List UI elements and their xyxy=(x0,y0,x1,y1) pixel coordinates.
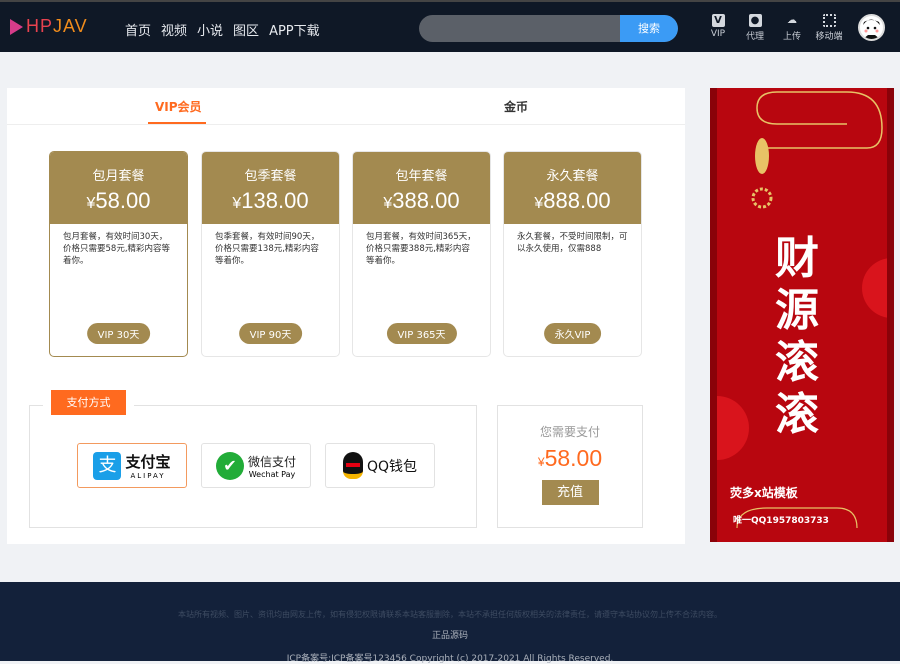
nav-app-download[interactable]: APP下载 xyxy=(269,20,320,39)
plan-badge: VIP 365天 xyxy=(386,323,457,344)
amount-box: 您需要支付 ¥58.00 充值 xyxy=(497,405,643,528)
top-header: HP JAV 首页 视频 小说 图区 APP下载 搜索 V VIP ● 代理 ☁ 上传 … xyxy=(0,0,900,52)
search-button[interactable]: 搜索 xyxy=(620,15,678,42)
plan-card-lifetime[interactable]: 永久套餐 ¥888.00 永久套餐，不受时间限制，可以永久使用，仅需888 永久V… xyxy=(503,151,642,357)
vip-icon: V xyxy=(711,14,725,27)
nav-home[interactable]: 首页 xyxy=(125,20,151,39)
logo[interactable]: HP JAV xyxy=(10,16,88,37)
recharge-button[interactable]: 充值 xyxy=(541,480,599,505)
active-tab-indicator xyxy=(148,122,206,124)
mobile-link[interactable]: 移动端 xyxy=(811,14,847,42)
vip-panel: VIP会员 金币 包月套餐 ¥58.00 包月套餐，有效时间30天，价格只需要58… xyxy=(7,88,685,544)
search-input[interactable] xyxy=(419,15,619,42)
agent-link[interactable]: ● 代理 xyxy=(737,14,773,42)
payment-methods-box: 支 支付宝 ALIPAY ✔ 微信支付 Wechat Pay QQ钱包 xyxy=(29,405,477,528)
footer-link[interactable]: 正品源码 xyxy=(0,628,900,641)
qq-penguin-icon xyxy=(342,452,363,479)
plan-badge: VIP 30天 xyxy=(86,323,151,344)
wechat-pay-icon: ✔ xyxy=(215,451,244,480)
footer: 本站所有视频、图片、资讯均由网友上传，如有侵犯权限请联系本站客服删除，本站不承担… xyxy=(0,582,900,664)
upload-link[interactable]: ☁ 上传 xyxy=(774,14,810,42)
plan-card-monthly[interactable]: 包月套餐 ¥58.00 包月套餐，有效时间30天，价格只需要58元,精彩内容等着你… xyxy=(49,151,188,357)
nav-novel[interactable]: 小说 xyxy=(197,20,223,39)
plan-badge: 永久VIP xyxy=(543,323,602,344)
pay-qq-wallet[interactable]: QQ钱包 xyxy=(325,443,435,488)
search-bar: 搜索 xyxy=(419,15,678,42)
qrcode-icon xyxy=(822,14,836,27)
nav-gallery[interactable]: 图区 xyxy=(233,20,259,39)
alipay-icon: 支 xyxy=(93,451,122,480)
banner-title: 财源滚滚 xyxy=(775,233,819,440)
agent-icon: ● xyxy=(748,14,762,27)
plan-card-yearly[interactable]: 包年套餐 ¥388.00 包月套餐，有效时间365天，价格只需要388元,精彩内容… xyxy=(352,151,491,357)
payment-method-label: 支付方式 xyxy=(51,390,126,415)
ad-banner[interactable]: 财源滚滚 荧多x站模板 唯一QQ1957803733 xyxy=(710,88,894,542)
plan-card-quarterly[interactable]: 包季套餐 ¥138.00 包季套餐，有效时间90天，价格只需要138元,精彩内容等… xyxy=(201,151,340,357)
main-nav: 首页 视频 小说 图区 APP下载 xyxy=(125,20,320,39)
pay-wechat[interactable]: ✔ 微信支付 Wechat Pay xyxy=(201,443,311,488)
pay-alipay[interactable]: 支 支付宝 ALIPAY xyxy=(77,443,187,488)
vip-link[interactable]: V VIP xyxy=(700,14,736,42)
play-logo-icon xyxy=(10,18,23,35)
tab-coins[interactable]: 金币 xyxy=(504,98,528,115)
plan-badge: VIP 90天 xyxy=(238,323,303,344)
avatar[interactable] xyxy=(858,14,885,41)
amount-value: 58.00 xyxy=(544,445,603,471)
tab-vip[interactable]: VIP会员 xyxy=(155,98,202,115)
nav-video[interactable]: 视频 xyxy=(161,20,187,39)
upload-icon: ☁ xyxy=(787,15,797,26)
